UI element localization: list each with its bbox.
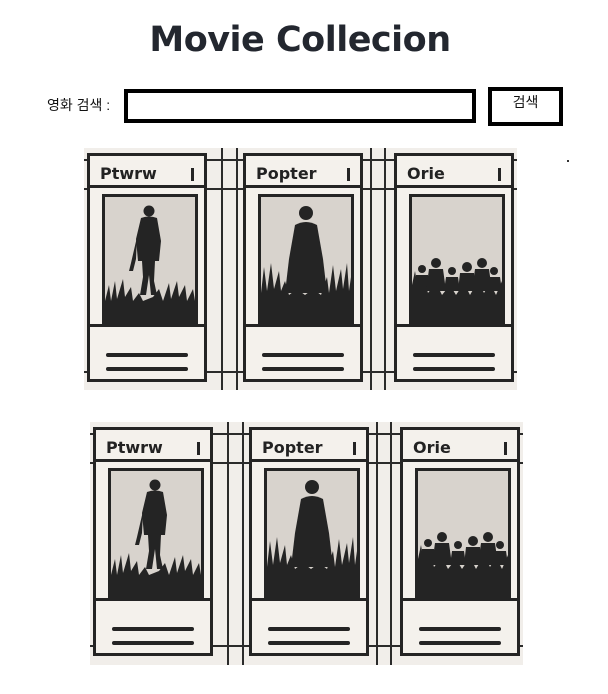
search-label: 영화 검색 : [47,97,111,113]
movie-card[interactable]: Orie [400,427,520,656]
movie-title: Popter [262,438,323,457]
movie-poster [409,194,505,324]
hooded-figure-in-grass-icon [261,206,351,321]
text-placeholder [413,353,495,357]
grid-divider [242,422,244,665]
movie-info [403,598,517,653]
card-marker [347,168,350,181]
movie-card[interactable]: Popter [249,427,369,656]
text-placeholder [112,641,194,645]
movie-info [90,324,204,379]
card-marker [191,168,194,181]
card-divider [403,459,517,462]
grid-divider [236,148,238,390]
movie-row: Ptwrw Popter Orie [90,422,523,665]
movie-title: Orie [407,164,445,183]
card-divider [252,459,366,462]
grid-divider [227,422,229,665]
movie-card[interactable]: Popter [243,153,363,382]
text-placeholder [262,367,344,371]
crowd-in-grass-icon [418,532,508,595]
movie-info [252,598,366,653]
movie-card[interactable]: Ptwrw [93,427,213,656]
page-title: Movie Collecion [149,20,451,60]
lone-figure-in-grass-icon [111,479,201,595]
grid-divider [370,148,372,390]
lone-figure-in-grass-icon [105,205,195,321]
text-placeholder [413,367,495,371]
movie-title: Popter [256,164,317,183]
movie-title: Ptwrw [100,164,157,183]
text-placeholder [268,641,350,645]
card-divider [90,185,204,188]
text-placeholder [419,627,501,631]
text-placeholder [112,627,194,631]
movie-poster [415,468,511,598]
text-placeholder [106,353,188,357]
movie-poster [108,468,204,598]
card-marker [504,442,507,455]
text-placeholder [268,627,350,631]
movie-poster [258,194,354,324]
card-marker [197,442,200,455]
card-marker [498,168,501,181]
movie-row: Ptwrw Popter Orie [84,148,517,390]
search-button[interactable]: 검색 [488,87,563,126]
crowd-in-grass-icon [412,258,502,321]
search-input[interactable] [124,89,476,123]
movie-poster [264,468,360,598]
grid-divider [221,148,223,390]
hooded-figure-in-grass-icon [267,480,357,595]
movie-info [96,598,210,653]
card-divider [397,185,511,188]
movie-card[interactable]: Orie [394,153,514,382]
card-divider [246,185,360,188]
grid-divider [384,148,386,390]
card-divider [96,459,210,462]
movie-title: Ptwrw [106,438,163,457]
movie-card[interactable]: Ptwrw [87,153,207,382]
grid-divider [390,422,392,665]
movie-info [246,324,360,379]
movie-title: Orie [413,438,451,457]
text-placeholder [106,367,188,371]
grid-divider [376,422,378,665]
text-placeholder [419,641,501,645]
card-marker [353,442,356,455]
movie-info [397,324,511,379]
text-placeholder [262,353,344,357]
movie-poster [102,194,198,324]
decorative-dot [567,160,569,162]
